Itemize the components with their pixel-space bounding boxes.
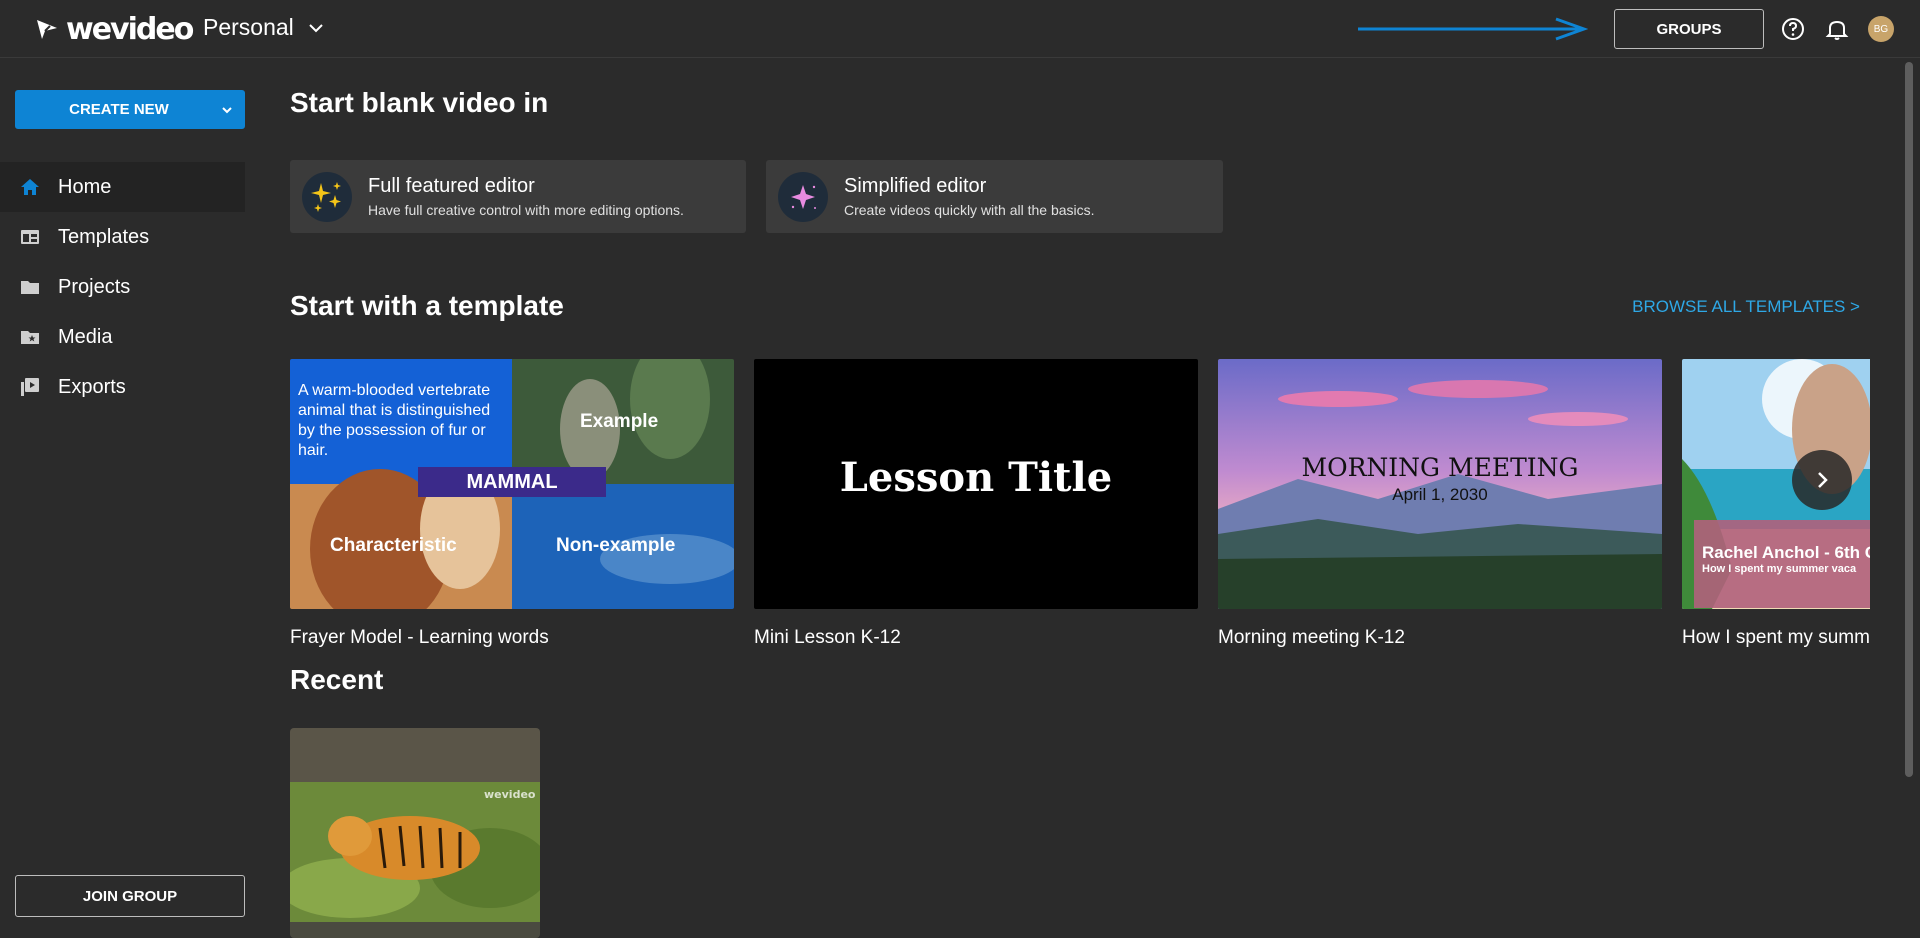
sidebar-item-label: Projects [58, 275, 131, 298]
browse-all-templates-link[interactable]: BROWSE ALL TEMPLATES > [1632, 297, 1860, 317]
editor-subtitle: Have full creative control with more edi… [368, 202, 684, 218]
home-icon [18, 175, 42, 199]
template-title: Frayer Model - Learning words [290, 627, 549, 648]
template-thumbnail: MORNING MEETING April 1, 2030 [1218, 359, 1662, 609]
frayer-example: Example [580, 411, 659, 432]
wevideo-logo[interactable]: wevideo [34, 11, 194, 47]
frayer-nonexample: Non-example [556, 535, 676, 556]
sidebar-item-templates[interactable]: Templates [0, 212, 245, 262]
template-title: Mini Lesson K-12 [754, 627, 901, 648]
sidebar-item-label: Exports [58, 375, 126, 398]
groups-button[interactable]: GROUPS [1614, 9, 1764, 49]
frayer-definition: A warm-blooded vertebrate animal that is… [298, 382, 491, 459]
sidebar-item-label: Media [58, 325, 113, 348]
media-folder-icon [18, 325, 42, 349]
frayer-word: MAMMAL [466, 471, 558, 493]
recent-watermark: wevideo [484, 788, 536, 801]
logo-play-icon [37, 20, 57, 39]
help-icon[interactable] [1780, 16, 1806, 42]
templates-icon [18, 225, 42, 249]
summer-line: How I spent my summer vaca [1702, 563, 1857, 575]
template-carousel: A warm-blooded vertebrate animal that is… [290, 359, 1870, 659]
workspace-label: Personal [203, 14, 294, 40]
sparkles-icon [302, 171, 352, 222]
editor-title: Simplified editor [844, 175, 987, 197]
full-featured-editor-card[interactable]: Full featured editor Have full creative … [290, 160, 746, 233]
template-card[interactable]: Rachel Anchol - 6th G How I spent my sum… [1682, 359, 1870, 649]
recent-project-card[interactable]: wevideo [290, 728, 540, 938]
arrow-icon [1358, 17, 1588, 41]
chevron-down-icon [222, 106, 232, 113]
frayer-characteristic: Characteristic [330, 535, 457, 556]
create-new-label: CREATE NEW [69, 101, 169, 118]
blank-video-heading: Start blank video in [290, 87, 549, 118]
template-title: How I spent my summ [1682, 627, 1870, 648]
sidebar-item-projects[interactable]: Projects [0, 262, 245, 312]
lesson-title-text: Lesson Title [839, 454, 1113, 501]
avatar[interactable]: BG [1868, 16, 1894, 42]
template-card[interactable]: A warm-blooded vertebrate animal that is… [290, 359, 734, 649]
page-scrollbar[interactable] [1905, 62, 1913, 777]
template-title: Morning meeting K-12 [1218, 627, 1405, 648]
join-group-button[interactable]: JOIN GROUP [15, 875, 245, 917]
sidebar-nav: Home Templates Projects Media Exports [0, 162, 245, 412]
carousel-next-button[interactable] [1792, 450, 1852, 510]
sidebar-item-media[interactable]: Media [0, 312, 245, 362]
chevron-right-icon [1818, 472, 1828, 488]
template-heading: Start with a template [290, 290, 564, 321]
template-card[interactable]: Lesson Title Mini Lesson K-12 [754, 359, 1198, 649]
folder-icon [18, 275, 42, 299]
sidebar-item-label: Templates [58, 225, 150, 248]
editor-title: Full featured editor [368, 175, 535, 197]
editor-subtitle: Create videos quickly with all the basic… [844, 202, 1095, 218]
template-card[interactable]: MORNING MEETING April 1, 2030 Morning me… [1218, 359, 1662, 649]
bell-icon[interactable] [1824, 16, 1850, 42]
exports-icon [18, 375, 42, 399]
sparkle-icon [778, 171, 828, 222]
meeting-date: April 1, 2030 [1392, 485, 1488, 504]
sidebar-item-label: Home [58, 175, 112, 198]
template-thumbnail: Lesson Title [754, 359, 1198, 609]
summer-name: Rachel Anchol - 6th G [1702, 543, 1870, 562]
top-bar: wevideo Personal GROUPS BG [0, 0, 1920, 58]
meeting-heading: MORNING MEETING [1301, 453, 1579, 482]
chevron-down-icon [309, 23, 323, 32]
sidebar: CREATE NEW Home Templates Projects Media… [0, 59, 260, 935]
sidebar-item-home[interactable]: Home [0, 162, 245, 212]
create-new-button[interactable]: CREATE NEW [15, 90, 245, 129]
recent-heading: Recent [290, 664, 384, 695]
create-new-dropdown[interactable] [209, 90, 245, 129]
template-thumbnail: A warm-blooded vertebrate animal that is… [290, 359, 734, 609]
workspace-selector[interactable]: Personal [203, 14, 326, 41]
simplified-editor-card[interactable]: Simplified editor Create videos quickly … [766, 160, 1223, 233]
logo-text: wevideo [66, 11, 194, 47]
sidebar-item-exports[interactable]: Exports [0, 362, 245, 412]
main-content: Start blank video in Full featured edito… [290, 59, 1880, 938]
recent-thumbnail [290, 728, 540, 938]
